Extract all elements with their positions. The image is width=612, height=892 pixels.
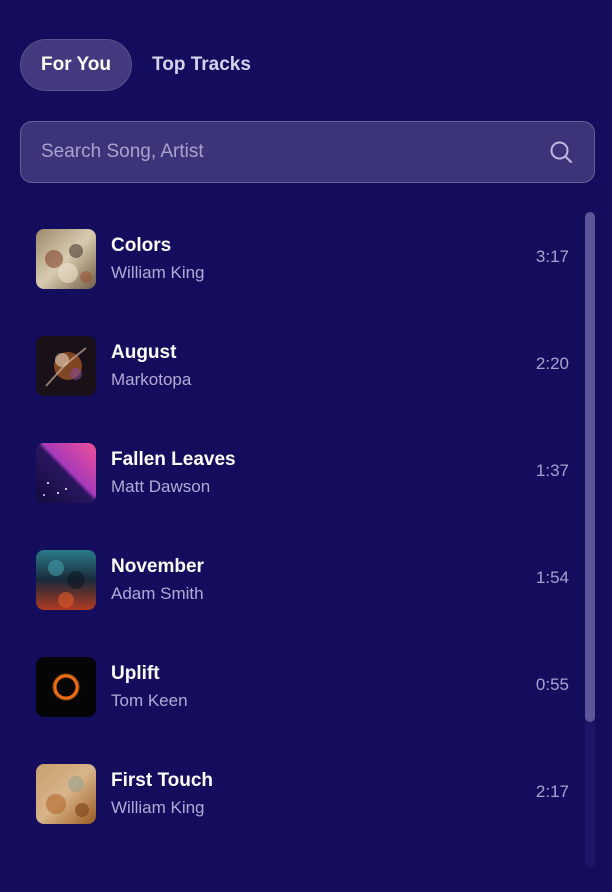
- track-artist: Tom Keen: [111, 691, 188, 710]
- track-artist: Adam Smith: [111, 584, 204, 603]
- track-row[interactable]: August Markotopa 2:20: [20, 336, 580, 396]
- track-duration: 1:37: [535, 461, 569, 480]
- music-player-panel: For You Top Tracks Search Song, Artist C…: [0, 0, 612, 892]
- track-title: August: [111, 342, 177, 363]
- track-duration: 0:55: [535, 675, 569, 694]
- scrollbar-thumb[interactable]: [585, 212, 595, 722]
- track-artist: William King: [111, 263, 205, 282]
- track-row[interactable]: Uplift Tom Keen 0:55: [20, 657, 580, 717]
- track-duration: 2:17: [535, 782, 569, 801]
- track-row[interactable]: Fallen Leaves Matt Dawson 1:37: [20, 443, 580, 503]
- track-duration: 2:20: [535, 354, 569, 373]
- tab-top-tracks[interactable]: Top Tracks: [132, 39, 271, 91]
- track-title: November: [111, 556, 204, 577]
- album-art-uplift: [36, 657, 96, 717]
- track-artist: Matt Dawson: [111, 477, 211, 496]
- tab-for-you[interactable]: For You: [20, 39, 133, 91]
- track-title: First Touch: [111, 770, 214, 791]
- track-duration: 3:17: [535, 247, 569, 266]
- album-art-colors: [36, 229, 96, 289]
- track-duration: 1:54: [535, 568, 569, 587]
- track-artist: Markotopa: [111, 370, 192, 389]
- track-artist: William King: [111, 798, 205, 817]
- search-bar: [20, 121, 595, 183]
- track-title: Uplift: [111, 663, 160, 684]
- track-row[interactable]: November Adam Smith 1:54: [20, 550, 580, 610]
- track-row[interactable]: First Touch William King 2:17: [20, 764, 580, 824]
- album-art-november: [36, 550, 96, 610]
- album-art-august: [36, 336, 96, 396]
- album-art-first-touch: [36, 764, 96, 824]
- album-art-fallen-leaves: [36, 443, 96, 503]
- scrollbar-track[interactable]: [585, 212, 595, 868]
- tab-bar: For You Top Tracks: [20, 39, 271, 91]
- track-title: Colors: [111, 235, 172, 256]
- track-title: Fallen Leaves: [111, 449, 236, 470]
- search-input[interactable]: [41, 141, 548, 163]
- track-row[interactable]: Colors William King 3:17: [20, 229, 580, 289]
- search-icon[interactable]: [548, 139, 574, 165]
